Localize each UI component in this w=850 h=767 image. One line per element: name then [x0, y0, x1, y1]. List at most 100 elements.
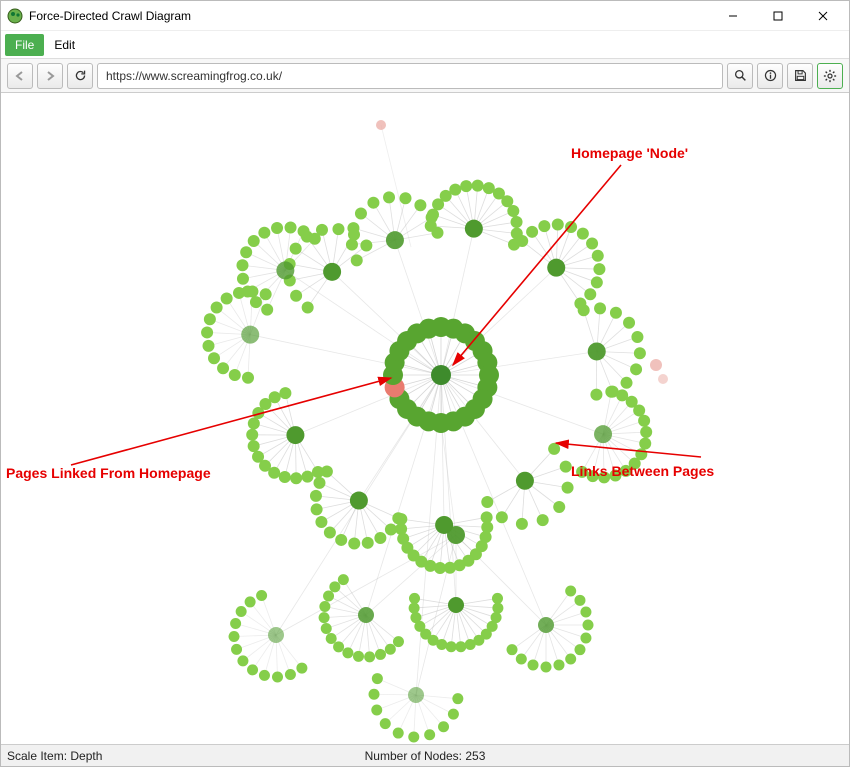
graph-node[interactable]	[369, 689, 380, 700]
graph-node[interactable]	[386, 231, 404, 249]
graph-node[interactable]	[230, 618, 241, 629]
graph-node[interactable]	[538, 617, 554, 633]
graph-node[interactable]	[409, 593, 420, 604]
graph-node[interactable]	[560, 461, 572, 473]
graph-node[interactable]	[346, 239, 358, 251]
graph-node[interactable]	[623, 317, 635, 329]
graph-node[interactable]	[385, 644, 396, 655]
graph-node[interactable]	[323, 263, 341, 281]
graph-node[interactable]	[516, 235, 528, 247]
graph-node[interactable]	[526, 226, 538, 238]
graph-node[interactable]	[465, 639, 476, 650]
graph-node[interactable]	[332, 223, 344, 235]
graph-node[interactable]	[565, 221, 577, 233]
graph-node[interactable]	[310, 490, 322, 502]
graph-node[interactable]	[492, 603, 503, 614]
graph-node[interactable]	[580, 632, 591, 643]
graph-node[interactable]	[290, 472, 302, 484]
graph-node[interactable]	[516, 653, 527, 664]
graph-node[interactable]	[323, 590, 334, 601]
graph-node[interactable]	[333, 641, 344, 652]
graph-node[interactable]	[350, 492, 368, 510]
graph-node[interactable]	[448, 709, 459, 720]
graph-node[interactable]	[414, 199, 426, 211]
graph-node[interactable]	[507, 205, 519, 217]
graph-node[interactable]	[537, 514, 549, 526]
graph-node[interactable]	[319, 601, 330, 612]
graph-node[interactable]	[516, 518, 528, 530]
graph-node[interactable]	[419, 319, 439, 339]
graph-node[interactable]	[424, 729, 435, 740]
graph-node[interactable]	[553, 501, 565, 513]
graph-node[interactable]	[630, 363, 642, 375]
nav-forward-button[interactable]	[37, 63, 63, 89]
graph-node[interactable]	[483, 182, 495, 194]
graph-node[interactable]	[594, 425, 612, 443]
graph-node[interactable]	[431, 365, 451, 385]
graph-node[interactable]	[548, 443, 560, 455]
graph-node[interactable]	[574, 644, 585, 655]
graph-node[interactable]	[541, 662, 552, 673]
graph-node[interactable]	[261, 304, 273, 316]
graph-node[interactable]	[245, 596, 256, 607]
force-directed-graph[interactable]	[1, 95, 849, 744]
graph-node[interactable]	[516, 472, 534, 490]
url-input[interactable]: https://www.screamingfrog.co.uk/	[97, 63, 723, 89]
graph-node[interactable]	[633, 404, 645, 416]
graph-node[interactable]	[348, 229, 360, 241]
graph-node[interactable]	[383, 191, 395, 203]
graph-node[interactable]	[638, 415, 650, 427]
graph-node[interactable]	[285, 669, 296, 680]
graph-node[interactable]	[279, 471, 291, 483]
graph-node[interactable]	[578, 304, 590, 316]
graph-node[interactable]	[507, 644, 518, 655]
graph-node[interactable]	[271, 222, 283, 234]
graph-node[interactable]	[460, 180, 472, 192]
search-button[interactable]	[727, 63, 753, 89]
graph-node[interactable]	[258, 227, 270, 239]
graph-node[interactable]	[634, 347, 646, 359]
graph-node[interactable]	[577, 228, 589, 240]
graph-node[interactable]	[237, 655, 248, 666]
graph-node[interactable]	[552, 218, 564, 230]
graph-node[interactable]	[302, 301, 314, 313]
maximize-button[interactable]	[755, 1, 800, 30]
graph-node[interactable]	[565, 586, 576, 597]
graph-node[interactable]	[374, 532, 386, 544]
nav-back-button[interactable]	[7, 63, 33, 89]
graph-node[interactable]	[588, 342, 606, 360]
graph-node[interactable]	[309, 233, 321, 245]
graph-node[interactable]	[650, 359, 662, 371]
refresh-button[interactable]	[67, 63, 93, 89]
graph-node[interactable]	[372, 673, 383, 684]
graph-node[interactable]	[279, 387, 291, 399]
graph-node[interactable]	[408, 687, 424, 703]
graph-node[interactable]	[472, 180, 484, 192]
graph-node[interactable]	[362, 537, 374, 549]
graph-node[interactable]	[375, 649, 386, 660]
graph-node[interactable]	[285, 222, 297, 234]
graph-node[interactable]	[639, 437, 651, 449]
graph-node[interactable]	[496, 511, 508, 523]
graph-node[interactable]	[447, 526, 465, 544]
graph-node[interactable]	[315, 516, 327, 528]
graph-node[interactable]	[449, 184, 461, 196]
settings-button[interactable]	[817, 63, 843, 89]
graph-node[interactable]	[229, 369, 241, 381]
graph-node[interactable]	[329, 581, 340, 592]
graph-node[interactable]	[301, 471, 313, 483]
graph-node[interactable]	[392, 512, 404, 524]
graph-node[interactable]	[425, 220, 437, 232]
graph-node[interactable]	[605, 386, 617, 398]
graph-node[interactable]	[538, 220, 550, 232]
graph-node[interactable]	[367, 197, 379, 209]
graph-node[interactable]	[591, 276, 603, 288]
graph-node[interactable]	[290, 243, 302, 255]
graph-node[interactable]	[438, 721, 449, 732]
graph-node[interactable]	[312, 466, 324, 478]
graph-node[interactable]	[242, 372, 254, 384]
graph-node[interactable]	[640, 426, 652, 438]
graph-node[interactable]	[290, 290, 302, 302]
graph-node[interactable]	[240, 246, 252, 258]
graph-node[interactable]	[221, 292, 233, 304]
